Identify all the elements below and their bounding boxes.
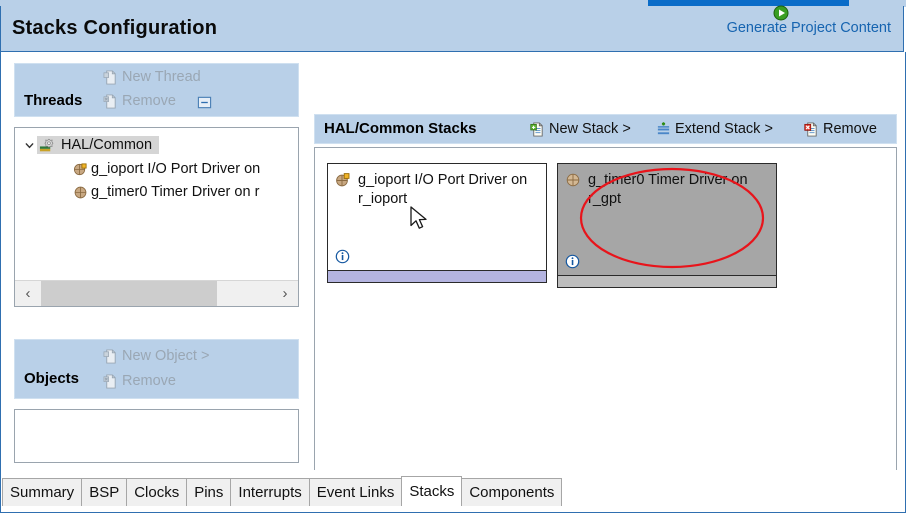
tree-item-g-timer0-label: g_timer0 Timer Driver on r — [91, 184, 260, 200]
new-object-label: New Object > — [122, 348, 210, 364]
remove-stack-button[interactable]: Remove — [804, 121, 877, 137]
tree-item-hal-common[interactable]: HAL/Common — [21, 134, 160, 156]
tree-item-hal-common-label: HAL/Common — [61, 137, 153, 153]
remove-thread-icon — [103, 93, 116, 109]
tree-item-g-timer0[interactable]: g_timer0 Timer Driver on r — [73, 181, 262, 203]
remove-object-icon — [103, 373, 116, 389]
threads-section-title: Threads — [24, 92, 83, 109]
stack-module-footer — [327, 271, 547, 283]
tab-list: Summary BSP Clocks Pins Interrupts Event… — [2, 476, 563, 506]
objects-list[interactable] — [14, 409, 299, 463]
new-object-icon — [103, 348, 116, 364]
remove-thread-button[interactable]: Remove — [103, 93, 176, 109]
new-stack-button[interactable]: New Stack > — [530, 121, 631, 137]
scroll-thumb[interactable] — [41, 281, 217, 306]
info-icon[interactable] — [335, 249, 350, 264]
remove-stack-icon — [804, 121, 817, 137]
threads-tree[interactable]: HAL/Common g_ioport I/O Port Driver on g… — [14, 127, 299, 307]
objects-section-title: Objects — [24, 370, 80, 387]
threads-tree-hscrollbar[interactable]: ‹ › — [15, 280, 298, 306]
editor-body: Threads New Thread Remove HAL/Common g_i… — [0, 52, 906, 512]
stack-module-label: g_timer0 Timer Driver on r_gpt — [588, 172, 748, 207]
scroll-right-arrow-icon[interactable]: › — [272, 281, 298, 306]
tab-components[interactable]: Components — [461, 478, 563, 506]
stacks-canvas[interactable]: g_ioport I/O Port Driver on r_ioport g_t… — [314, 147, 897, 512]
remove-thread-label: Remove — [122, 93, 176, 109]
tab-interrupts[interactable]: Interrupts — [230, 478, 310, 506]
remove-object-button[interactable]: Remove — [103, 373, 176, 389]
tab-clocks[interactable]: Clocks — [126, 478, 188, 506]
scroll-left-arrow-icon[interactable]: ‹ — [15, 281, 41, 306]
remove-stack-label: Remove — [823, 121, 877, 137]
tab-stacks[interactable]: Stacks — [401, 476, 463, 506]
objects-section-header: Objects New Object > Remove — [14, 339, 299, 399]
tree-item-g-ioport[interactable]: g_ioport I/O Port Driver on — [73, 158, 263, 180]
tab-pins[interactable]: Pins — [186, 478, 232, 506]
hal-common-icon — [39, 138, 54, 151]
stack-module-body[interactable]: g_ioport I/O Port Driver on r_ioport — [327, 163, 547, 271]
info-icon[interactable] — [565, 254, 580, 269]
generate-project-content-action[interactable]: Generate Project Content — [671, 5, 891, 36]
threads-section-header: Threads New Thread Remove — [14, 63, 299, 117]
extend-stack-button[interactable]: Extend Stack > — [656, 121, 773, 137]
new-stack-label: New Stack > — [549, 121, 631, 137]
stack-module-g-ioport[interactable]: g_ioport I/O Port Driver on r_ioport — [327, 163, 547, 283]
scroll-track[interactable] — [41, 281, 272, 306]
stack-module-label: g_ioport I/O Port Driver on r_ioport — [358, 172, 528, 207]
stacks-section-header: HAL/Common Stacks New Stack > Extend Sta… — [314, 114, 897, 144]
play-green-icon — [773, 5, 789, 21]
new-thread-button[interactable]: New Thread — [103, 69, 201, 85]
stack-module-g-timer0[interactable]: g_timer0 Timer Driver on r_gpt — [557, 163, 777, 288]
module-icon — [74, 186, 87, 198]
module-icon — [336, 173, 350, 187]
new-object-button[interactable]: New Object > — [103, 348, 209, 364]
generate-project-content-link[interactable]: Generate Project Content — [671, 20, 891, 36]
stacks-configuration-editor: Stacks Configuration Generate Project Co… — [0, 0, 906, 513]
stack-module-body[interactable]: g_timer0 Timer Driver on r_gpt — [557, 163, 777, 276]
tab-summary[interactable]: Summary — [2, 478, 83, 506]
collapse-all-icon[interactable] — [197, 95, 212, 110]
module-icon — [566, 173, 580, 187]
new-thread-label: New Thread — [122, 69, 201, 85]
editor-header: Stacks Configuration Generate Project Co… — [0, 5, 904, 52]
tab-bsp[interactable]: BSP — [81, 478, 128, 506]
extend-stack-label: Extend Stack > — [675, 121, 773, 137]
new-thread-icon — [103, 69, 116, 85]
page-title: Stacks Configuration — [12, 17, 218, 39]
remove-object-label: Remove — [122, 373, 176, 389]
tree-item-g-ioport-label: g_ioport I/O Port Driver on — [91, 161, 261, 177]
new-stack-icon — [530, 121, 543, 137]
tab-event-links[interactable]: Event Links — [308, 478, 403, 506]
extend-stack-icon — [657, 121, 670, 134]
module-icon — [73, 162, 87, 175]
configuration-tab-bar: Summary BSP Clocks Pins Interrupts Event… — [0, 470, 906, 513]
stack-module-footer — [557, 276, 777, 288]
chevron-down-icon[interactable] — [21, 137, 37, 153]
stacks-section-title: HAL/Common Stacks — [324, 120, 477, 137]
